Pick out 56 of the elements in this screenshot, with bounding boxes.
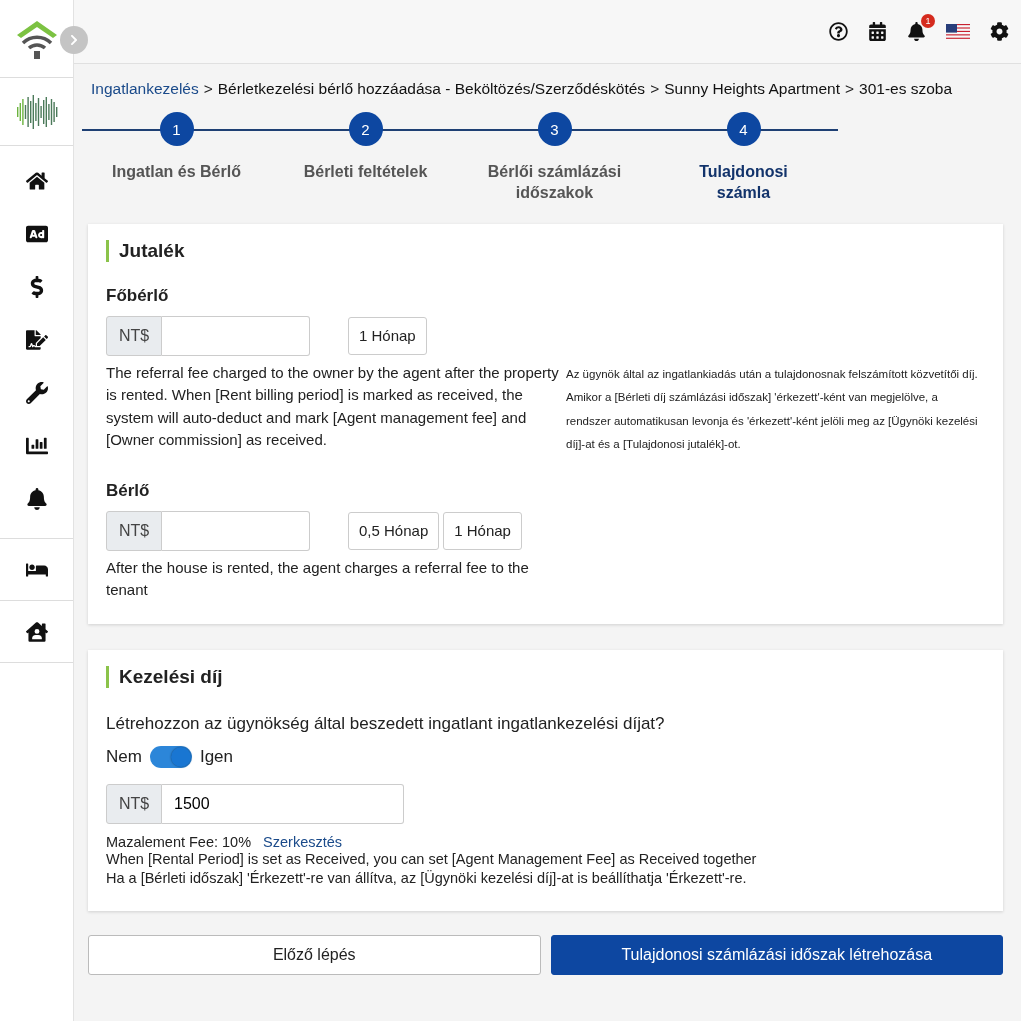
home-icon[interactable] (25, 170, 48, 192)
waveform-logo (14, 93, 59, 130)
step-number: 1 (159, 112, 194, 146)
breadcrumb-separator: > (203, 80, 213, 98)
preset-button[interactable]: 1 Hónap (348, 316, 427, 355)
amount-input[interactable] (162, 315, 310, 356)
document-signature-icon[interactable] (25, 329, 48, 351)
toggle-label: Igen (199, 746, 233, 767)
currency-label: NT$ (106, 510, 162, 551)
toggle-label: Nem (106, 746, 142, 767)
chevron-right-icon (68, 34, 80, 46)
preset-button[interactable]: 0,5 Hónap (348, 511, 440, 550)
settings-icon[interactable] (990, 22, 1009, 41)
amount-input[interactable]: 1500 (162, 783, 404, 824)
toggle-switch[interactable] (149, 745, 192, 768)
create-button[interactable]: Tulajdonosi számlázási időszak létrehozása (550, 934, 1003, 975)
back-button[interactable]: Előző lépés (88, 934, 541, 975)
bar-chart-icon[interactable] (25, 435, 48, 457)
breadcrumb-separator: > (844, 80, 855, 98)
field-label: Bérlő (106, 480, 151, 501)
step-number: 3 (537, 112, 572, 146)
breadcrumb-item: 301-es szoba (859, 80, 953, 98)
note-text: Ha a [Bérleti időszak] 'Érkezett'-re van állítva, az [Ügynöki kezelési díj]-at is beállíthatja 'Érkezett'-re. (106, 869, 748, 889)
amount-input[interactable] (162, 510, 310, 551)
note-text: When [Rental Period] is set as Received, you can set [Agent Management Fee] as Received together (106, 849, 758, 869)
breadcrumb-link[interactable]: Ingatlankezelés (91, 80, 199, 98)
edit-link[interactable]: Szerkesztés (263, 833, 343, 850)
description-text: The referral fee charged to the owner by the agent after the property is rented. When [Rent billing period] is marked as received, the system will auto-deduct and mark [Agent management fee] and [Owner commission] as received. (106, 362, 560, 451)
step-label: Bérlői számlázási időszakok (486, 162, 623, 203)
description-text: Az ügynök által az ingatlankiadás után a tulajdonosnak felszámított közvetítői díj. Amikor a [Bérleti díj számlázási időszak] 'érkezett'-ként van megjelölve, a rendszer automatikusan levonja és 'érkezett'-ként jelöli meg az [Ügynöki kezelési díj]-at és a [Tulajdonosi jutalék]-ot. (566, 366, 979, 453)
currency-label: NT$ (106, 315, 162, 356)
breadcrumb-item: Bérletkezelési bérlő hozzáadása - Beköltözés/Szerződéskötés (217, 80, 646, 98)
bell-icon[interactable] (25, 488, 48, 510)
notification-count: 1 (921, 14, 935, 28)
step-label: Bérleti feltételek (302, 162, 429, 182)
help-icon[interactable] (829, 22, 848, 41)
currency-label: NT$ (106, 783, 162, 824)
step-number: 4 (726, 112, 761, 146)
section-title: Kezelési díj (106, 665, 985, 688)
ad-icon[interactable] (25, 223, 48, 245)
breadcrumb-separator: > (650, 80, 660, 98)
field-label: Főbérlő (106, 285, 170, 306)
flag-icon[interactable] (946, 23, 970, 40)
section-title: Jutalék (106, 239, 985, 262)
calendar-icon[interactable] (868, 22, 887, 41)
notification-icon[interactable] (907, 22, 926, 41)
step-label: Ingatlan és Bérlő (111, 162, 242, 182)
step-label: Tulajdonosi számla (698, 162, 789, 203)
house-user-icon[interactable] (25, 620, 48, 643)
question-text: Létrehozzon az ügynökség által beszedett ingatlant ingatlankezelési díjat? (106, 713, 666, 734)
step-number: 2 (348, 112, 383, 146)
description-text: After the house is rented, the agent charges a referral fee to the tenant (106, 557, 530, 601)
preset-button[interactable]: 1 Hónap (443, 511, 522, 550)
fee-text: Mazalement Fee: 10% (106, 833, 252, 850)
wrench-icon[interactable] (25, 382, 48, 404)
breadcrumb-item: Sunny Heights Apartment (664, 80, 840, 98)
